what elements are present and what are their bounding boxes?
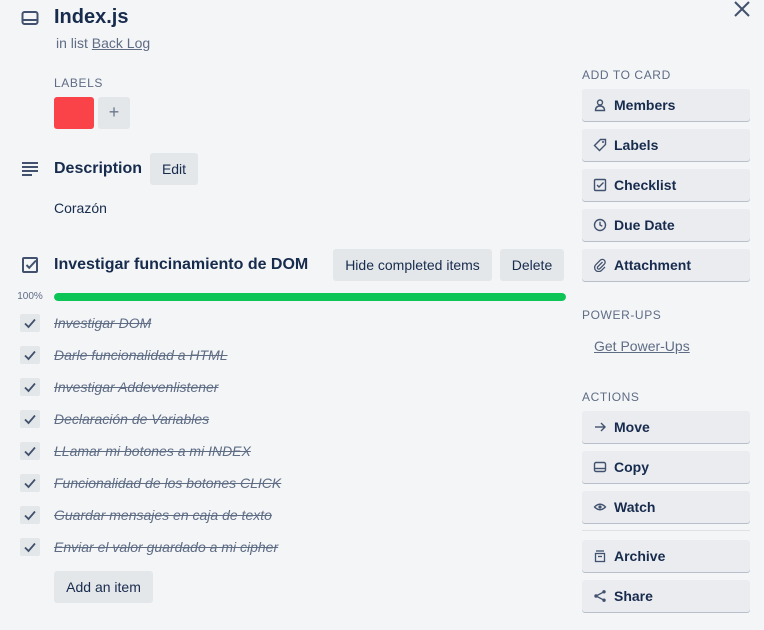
check-icon[interactable] [20, 538, 40, 556]
list-prefix: in list [56, 35, 88, 51]
description-icon [20, 159, 40, 179]
labels-button[interactable]: Labels [582, 129, 750, 161]
add-item-button[interactable]: Add an item [54, 571, 153, 603]
members-button[interactable]: Members [582, 89, 750, 121]
get-power-ups-link[interactable]: Get Power-Ups [594, 337, 690, 355]
checklist-icon [20, 255, 40, 275]
checklist-items: Investigar DOM Darle funcionalidad a HTM… [0, 307, 570, 563]
check-icon[interactable] [20, 314, 40, 332]
checklist-item-text[interactable]: Declaración de Variables [54, 410, 209, 428]
checklist-item-text[interactable]: LLamar mi botones a mi INDEX [54, 442, 251, 460]
delete-checklist-button[interactable]: Delete [500, 249, 564, 281]
checklist-progress-bar [54, 293, 566, 301]
checklist-label: Checklist [614, 177, 677, 193]
checklist-item[interactable]: Declaración de Variables [0, 403, 570, 435]
checklist-progress-percent: 100% [17, 291, 43, 302]
checklist-item[interactable]: Investigar DOM [0, 307, 570, 339]
checklist-item-text[interactable]: Darle funcionalidad a HTML [54, 346, 228, 364]
checklist-item[interactable]: Darle funcionalidad a HTML [0, 339, 570, 371]
move-label: Move [614, 419, 650, 435]
check-icon[interactable] [20, 442, 40, 460]
arrow-right-icon [593, 420, 607, 434]
actions-heading: ACTIONS [582, 390, 640, 404]
check-icon[interactable] [20, 506, 40, 524]
share-button[interactable]: Share [582, 580, 750, 612]
card-title[interactable]: Index.js [54, 4, 128, 30]
due-date-label: Due Date [614, 217, 675, 233]
check-icon[interactable] [20, 474, 40, 492]
watch-button[interactable]: Watch [582, 491, 750, 523]
paperclip-icon [593, 258, 607, 272]
attachment-button[interactable]: Attachment [582, 249, 750, 281]
labels-label: Labels [614, 137, 659, 153]
power-ups-heading: POWER-UPS [582, 308, 662, 322]
label-chip[interactable] [54, 97, 94, 129]
archive-icon [593, 549, 607, 563]
description-heading: Description [54, 160, 143, 177]
attachment-label: Attachment [614, 257, 692, 273]
checklist-button[interactable]: Checklist [582, 169, 750, 201]
checklist-item-text[interactable]: Enviar el valor guardado a mi cipher [54, 538, 278, 556]
clock-icon [593, 218, 607, 232]
check-icon[interactable] [20, 378, 40, 396]
share-label: Share [614, 588, 653, 604]
checklist-item[interactable]: Funcionalidad de los botones CLICK [0, 467, 570, 499]
add-label-button[interactable]: + [98, 97, 130, 129]
copy-label: Copy [614, 459, 649, 475]
members-label: Members [614, 97, 676, 113]
archive-button[interactable]: Archive [582, 540, 750, 572]
checklist-item-text[interactable]: Investigar DOM [54, 314, 151, 332]
actions-divider [582, 530, 750, 531]
person-icon [593, 98, 607, 112]
eye-icon [593, 500, 607, 514]
description-text[interactable]: Corazón [54, 199, 107, 217]
check-icon[interactable] [20, 410, 40, 428]
checklist-title[interactable]: Investigar funcinamiento de DOM [54, 255, 308, 275]
checklist-item-text[interactable]: Investigar Addevenlistener [54, 378, 218, 396]
close-icon[interactable] [730, 0, 754, 20]
add-to-card-heading: ADD TO CARD [582, 68, 671, 82]
checklist-item[interactable]: Investigar Addevenlistener [0, 371, 570, 403]
check-icon[interactable] [20, 346, 40, 364]
checklist-item[interactable]: Guardar mensajes en caja de texto [0, 499, 570, 531]
checklist-item-text[interactable]: Funcionalidad de los botones CLICK [54, 474, 281, 492]
labels-heading: LABELS [54, 76, 103, 90]
card-icon [593, 460, 607, 474]
edit-description-button[interactable]: Edit [150, 153, 198, 185]
tag-icon [593, 138, 607, 152]
list-name-link[interactable]: Back Log [92, 35, 150, 51]
watch-label: Watch [614, 499, 656, 515]
list-location: in list Back Log [56, 34, 150, 52]
checklist-progress-fill [54, 293, 566, 301]
archive-label: Archive [614, 548, 666, 564]
checklist-item[interactable]: LLamar mi botones a mi INDEX [0, 435, 570, 467]
checklist-item-text[interactable]: Guardar mensajes en caja de texto [54, 506, 272, 524]
hide-completed-button[interactable]: Hide completed items [333, 249, 492, 281]
copy-button[interactable]: Copy [582, 451, 750, 483]
share-icon [593, 589, 607, 603]
move-button[interactable]: Move [582, 411, 750, 443]
checklist-item[interactable]: Enviar el valor guardado a mi cipher [0, 531, 570, 563]
card-icon [20, 8, 40, 28]
checkbox-icon [593, 178, 607, 192]
due-date-button[interactable]: Due Date [582, 209, 750, 241]
